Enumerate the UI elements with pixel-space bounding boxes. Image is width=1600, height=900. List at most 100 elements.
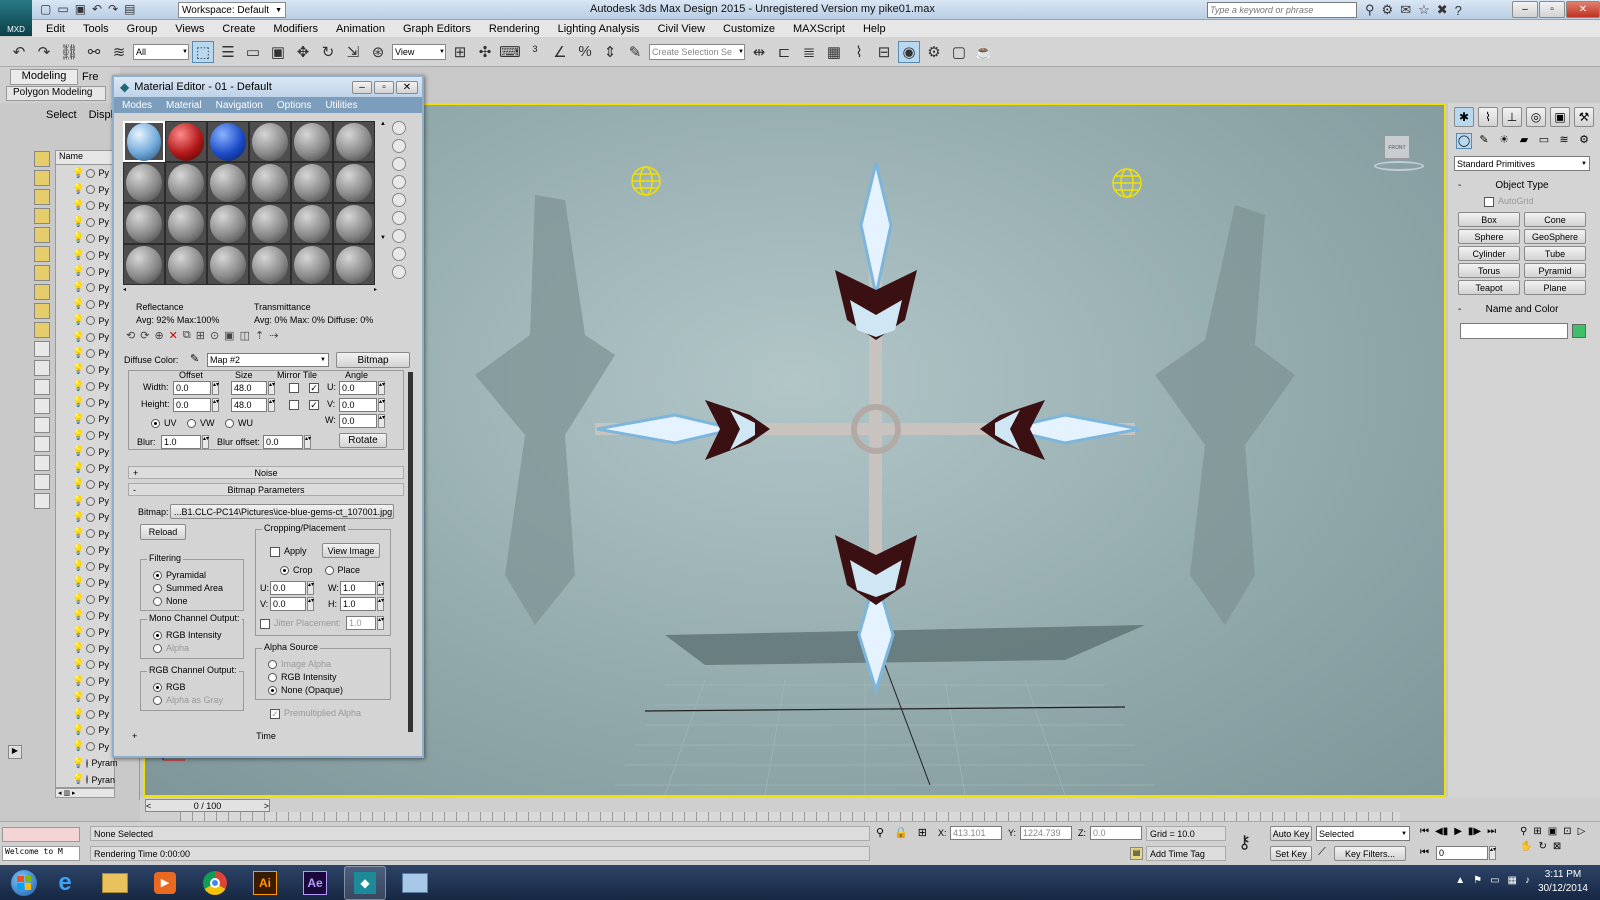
freeze-icon[interactable] [86, 201, 96, 211]
freeze-icon[interactable] [86, 758, 89, 768]
sample-slot[interactable] [165, 244, 207, 285]
light-bulb-icon[interactable]: 💡 [72, 217, 84, 228]
alpha-radio-2[interactable] [268, 686, 277, 696]
action-center-icon[interactable]: ⚑ [1473, 875, 1482, 886]
sample-slot[interactable] [249, 121, 291, 162]
light-bulb-icon[interactable]: 💡 [72, 741, 84, 752]
create-plane-button[interactable]: Plane [1524, 280, 1586, 295]
light-bulb-icon[interactable]: 💡 [72, 577, 84, 588]
network-icon[interactable]: ▦ [1508, 875, 1517, 886]
map-type-button[interactable]: Bitmap [336, 352, 410, 368]
scene-object-row[interactable]: 💡 Py [72, 706, 114, 722]
premultiplied-alpha-checkbox[interactable]: ✓ [270, 708, 280, 719]
light-bulb-icon[interactable]: 💡 [72, 184, 84, 195]
maximize-button[interactable]: ▫ [1539, 1, 1565, 18]
spinner-snap-icon[interactable]: ⇕ [599, 41, 621, 63]
zoom-extents-all-icon[interactable]: ⊡ [1563, 826, 1571, 837]
key-mode-toggle-icon[interactable]: ⏮ [1420, 847, 1429, 858]
filtering-radio-2[interactable] [153, 597, 162, 607]
display-lights-icon[interactable] [34, 189, 50, 205]
freeze-icon[interactable] [86, 480, 96, 490]
hierarchy-tab-icon[interactable]: ⊥ [1502, 107, 1522, 127]
prev-frame-arrow[interactable]: < [146, 801, 151, 811]
scene-object-row[interactable]: 💡 Py [72, 231, 114, 247]
eyedropper-icon[interactable]: ✎ [190, 352, 199, 365]
sample-slot[interactable] [207, 203, 249, 244]
light-bulb-icon[interactable]: 💡 [72, 299, 84, 310]
select-object-icon[interactable]: ⬚ [192, 40, 214, 63]
go-to-start-icon[interactable]: ⏮ [1420, 826, 1429, 837]
light-bulb-icon[interactable]: 💡 [72, 774, 84, 785]
create-cone-button[interactable]: Cone [1524, 212, 1586, 227]
freeze-icon[interactable] [86, 168, 96, 178]
angle-v-field[interactable]: 0.0 [339, 398, 377, 412]
scene-object-row[interactable]: 💡 Py [72, 640, 114, 656]
freeze-icon[interactable] [86, 430, 96, 440]
me-close-button[interactable]: ✕ [396, 80, 418, 94]
render-production-icon[interactable]: ☕ [973, 41, 995, 63]
video-color-icon[interactable] [392, 193, 406, 207]
freeze-icon[interactable] [86, 627, 96, 637]
freeze-icon[interactable] [86, 348, 96, 358]
light-bulb-icon[interactable]: 💡 [72, 627, 84, 638]
workspace-dropdown[interactable]: Workspace: Default ▼ [178, 2, 286, 18]
undo-icon[interactable]: ↶ [8, 41, 30, 63]
tab-freeform[interactable]: Fre [82, 71, 99, 83]
light-bulb-icon[interactable]: 💡 [72, 315, 84, 326]
sample-slot[interactable] [165, 162, 207, 203]
help-icon[interactable]: ? [1455, 3, 1462, 18]
go-to-end-icon[interactable]: ⏭ [1487, 826, 1496, 837]
place-icon[interactable]: ⊛ [367, 41, 389, 63]
light-bulb-icon[interactable]: 💡 [72, 692, 84, 703]
light-bulb-icon[interactable]: 💡 [72, 758, 84, 769]
scene-object-row[interactable]: 💡 Py [72, 378, 114, 394]
window-app-icon[interactable] [394, 866, 436, 900]
trackbar[interactable] [180, 812, 1400, 821]
scene-object-row[interactable]: 💡 Pyran [72, 771, 115, 787]
freeze-icon[interactable] [86, 414, 96, 424]
menu-rendering[interactable]: Rendering [489, 23, 540, 35]
light-bulb-icon[interactable]: 💡 [72, 512, 84, 523]
angle-snap-icon[interactable]: ∠ [549, 41, 571, 63]
light-bulb-icon[interactable]: 💡 [72, 496, 84, 507]
light-bulb-icon[interactable]: 💡 [72, 266, 84, 277]
window-crossing-icon[interactable]: ▣ [267, 41, 289, 63]
scene-object-row[interactable]: 💡 Py [72, 329, 114, 345]
menu-create[interactable]: Create [222, 23, 255, 35]
place-radio[interactable] [324, 566, 334, 576]
light-bulb-icon[interactable]: 💡 [72, 282, 84, 293]
display-none-icon[interactable] [34, 341, 50, 357]
select-by-name-icon[interactable]: ☰ [217, 41, 239, 63]
jitter-field[interactable]: 1.0 [346, 616, 376, 630]
object-type-rollout-header[interactable]: - Object Type [1454, 179, 1590, 192]
primitives-dropdown[interactable]: Standard Primitives ▼ [1454, 156, 1590, 171]
communication-icon[interactable]: ✉ [1400, 2, 1411, 18]
angle-u-spinner[interactable]: ▴▾ [378, 381, 385, 395]
mono-radio-1[interactable] [153, 644, 162, 654]
utilities-tab-icon[interactable]: ⚒ [1574, 107, 1594, 127]
freeze-icon[interactable] [86, 676, 96, 686]
shapes-icon[interactable]: ✎ [1476, 133, 1492, 149]
freeze-icon[interactable] [86, 463, 96, 473]
sample-slot[interactable] [249, 203, 291, 244]
new-file-icon[interactable]: ▢ [40, 2, 51, 16]
scene-object-row[interactable]: 💡 Py [72, 394, 114, 410]
find-icon[interactable] [34, 379, 50, 395]
tab-modeling[interactable]: Modeling [10, 69, 78, 85]
scene-object-row[interactable]: 💡 Py [72, 526, 114, 542]
sample-slot[interactable] [291, 162, 333, 203]
sample-slot[interactable] [165, 203, 207, 244]
scene-object-row[interactable]: 💡 Py [72, 690, 114, 706]
mirror-icon[interactable]: ⇹ [748, 41, 770, 63]
scene-object-row[interactable]: 💡 Py [72, 542, 114, 558]
maxscript-listener-pink[interactable] [2, 827, 80, 842]
render-setup-icon[interactable]: ⚙ [923, 41, 945, 63]
sample-slot[interactable] [207, 244, 249, 285]
viewcube[interactable]: FRONT [1364, 135, 1424, 171]
file-explorer-icon[interactable] [94, 866, 136, 900]
invert-selection-icon[interactable] [34, 436, 50, 452]
edit-named-sel-icon[interactable]: ✎ [624, 41, 646, 63]
view-image-button[interactable]: View Image [322, 543, 380, 558]
select-all-icon[interactable] [34, 398, 50, 414]
freeze-icon[interactable] [86, 578, 96, 588]
